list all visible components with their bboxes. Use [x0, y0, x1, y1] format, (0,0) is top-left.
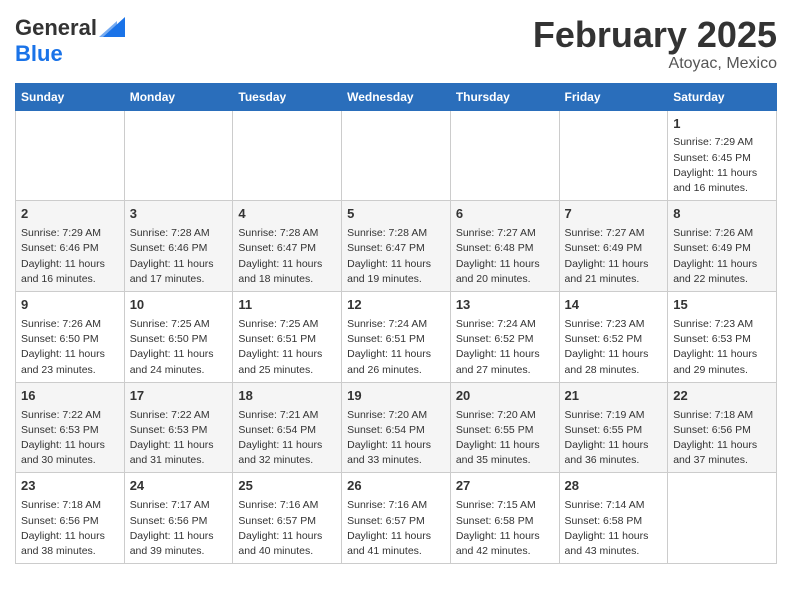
calendar-cell: 6Sunrise: 7:27 AMSunset: 6:48 PMDaylight…: [450, 201, 559, 292]
logo-general: General: [15, 15, 97, 41]
day-number: 18: [238, 387, 336, 406]
day-number: 6: [456, 205, 554, 224]
logo-icon: [99, 17, 125, 39]
calendar-cell: [124, 110, 233, 201]
calendar-cell: 1Sunrise: 7:29 AMSunset: 6:45 PMDaylight…: [668, 110, 777, 201]
calendar-week-row: 1Sunrise: 7:29 AMSunset: 6:45 PMDaylight…: [16, 110, 777, 201]
day-number: 19: [347, 387, 445, 406]
calendar-cell: 3Sunrise: 7:28 AMSunset: 6:46 PMDaylight…: [124, 201, 233, 292]
calendar-cell: [559, 110, 668, 201]
calendar-cell: 11Sunrise: 7:25 AMSunset: 6:51 PMDayligh…: [233, 292, 342, 383]
day-number: 2: [21, 205, 119, 224]
calendar-cell: 9Sunrise: 7:26 AMSunset: 6:50 PMDaylight…: [16, 292, 125, 383]
day-number: 20: [456, 387, 554, 406]
calendar-cell: 7Sunrise: 7:27 AMSunset: 6:49 PMDaylight…: [559, 201, 668, 292]
day-number: 23: [21, 477, 119, 496]
day-number: 28: [565, 477, 663, 496]
calendar-week-row: 2Sunrise: 7:29 AMSunset: 6:46 PMDaylight…: [16, 201, 777, 292]
weekday-header: Monday: [124, 83, 233, 110]
day-number: 12: [347, 296, 445, 315]
calendar-cell: 13Sunrise: 7:24 AMSunset: 6:52 PMDayligh…: [450, 292, 559, 383]
day-number: 14: [565, 296, 663, 315]
calendar-table: SundayMondayTuesdayWednesdayThursdayFrid…: [15, 83, 777, 565]
day-number: 4: [238, 205, 336, 224]
weekday-header: Wednesday: [342, 83, 451, 110]
day-number: 8: [673, 205, 771, 224]
day-number: 27: [456, 477, 554, 496]
day-number: 22: [673, 387, 771, 406]
calendar-cell: 21Sunrise: 7:19 AMSunset: 6:55 PMDayligh…: [559, 382, 668, 473]
calendar-cell: [233, 110, 342, 201]
calendar-cell: 27Sunrise: 7:15 AMSunset: 6:58 PMDayligh…: [450, 473, 559, 564]
weekday-header: Thursday: [450, 83, 559, 110]
calendar-cell: 23Sunrise: 7:18 AMSunset: 6:56 PMDayligh…: [16, 473, 125, 564]
logo-blue: Blue: [15, 41, 63, 66]
calendar-cell: 24Sunrise: 7:17 AMSunset: 6:56 PMDayligh…: [124, 473, 233, 564]
day-number: 15: [673, 296, 771, 315]
day-number: 3: [130, 205, 228, 224]
calendar-cell: 14Sunrise: 7:23 AMSunset: 6:52 PMDayligh…: [559, 292, 668, 383]
day-number: 25: [238, 477, 336, 496]
calendar-cell: 8Sunrise: 7:26 AMSunset: 6:49 PMDaylight…: [668, 201, 777, 292]
day-number: 26: [347, 477, 445, 496]
day-number: 9: [21, 296, 119, 315]
day-number: 13: [456, 296, 554, 315]
weekday-header: Friday: [559, 83, 668, 110]
calendar-cell: 28Sunrise: 7:14 AMSunset: 6:58 PMDayligh…: [559, 473, 668, 564]
weekday-header: Saturday: [668, 83, 777, 110]
calendar-cell: [16, 110, 125, 201]
calendar-week-row: 23Sunrise: 7:18 AMSunset: 6:56 PMDayligh…: [16, 473, 777, 564]
weekday-header: Sunday: [16, 83, 125, 110]
calendar-cell: 26Sunrise: 7:16 AMSunset: 6:57 PMDayligh…: [342, 473, 451, 564]
day-number: 16: [21, 387, 119, 406]
day-number: 5: [347, 205, 445, 224]
calendar-cell: 5Sunrise: 7:28 AMSunset: 6:47 PMDaylight…: [342, 201, 451, 292]
day-number: 24: [130, 477, 228, 496]
page-header: General Blue February 2025 Atoyac, Mexic…: [15, 15, 777, 73]
weekday-header-row: SundayMondayTuesdayWednesdayThursdayFrid…: [16, 83, 777, 110]
month-title: February 2025: [533, 15, 777, 55]
calendar-cell: 19Sunrise: 7:20 AMSunset: 6:54 PMDayligh…: [342, 382, 451, 473]
calendar-week-row: 16Sunrise: 7:22 AMSunset: 6:53 PMDayligh…: [16, 382, 777, 473]
calendar-cell: [450, 110, 559, 201]
title-block: February 2025 Atoyac, Mexico: [533, 15, 777, 73]
calendar-cell: [342, 110, 451, 201]
calendar-cell: 17Sunrise: 7:22 AMSunset: 6:53 PMDayligh…: [124, 382, 233, 473]
day-number: 21: [565, 387, 663, 406]
day-number: 1: [673, 115, 771, 134]
calendar-cell: 18Sunrise: 7:21 AMSunset: 6:54 PMDayligh…: [233, 382, 342, 473]
location-subtitle: Atoyac, Mexico: [533, 55, 777, 73]
calendar-cell: [668, 473, 777, 564]
calendar-week-row: 9Sunrise: 7:26 AMSunset: 6:50 PMDaylight…: [16, 292, 777, 383]
day-number: 7: [565, 205, 663, 224]
calendar-cell: 15Sunrise: 7:23 AMSunset: 6:53 PMDayligh…: [668, 292, 777, 383]
calendar-cell: 4Sunrise: 7:28 AMSunset: 6:47 PMDaylight…: [233, 201, 342, 292]
calendar-cell: 22Sunrise: 7:18 AMSunset: 6:56 PMDayligh…: [668, 382, 777, 473]
weekday-header: Tuesday: [233, 83, 342, 110]
calendar-cell: 2Sunrise: 7:29 AMSunset: 6:46 PMDaylight…: [16, 201, 125, 292]
day-number: 10: [130, 296, 228, 315]
calendar-cell: 25Sunrise: 7:16 AMSunset: 6:57 PMDayligh…: [233, 473, 342, 564]
calendar-cell: 20Sunrise: 7:20 AMSunset: 6:55 PMDayligh…: [450, 382, 559, 473]
calendar-cell: 16Sunrise: 7:22 AMSunset: 6:53 PMDayligh…: [16, 382, 125, 473]
calendar-cell: 10Sunrise: 7:25 AMSunset: 6:50 PMDayligh…: [124, 292, 233, 383]
calendar-cell: 12Sunrise: 7:24 AMSunset: 6:51 PMDayligh…: [342, 292, 451, 383]
logo: General Blue: [15, 15, 125, 67]
day-number: 17: [130, 387, 228, 406]
day-number: 11: [238, 296, 336, 315]
